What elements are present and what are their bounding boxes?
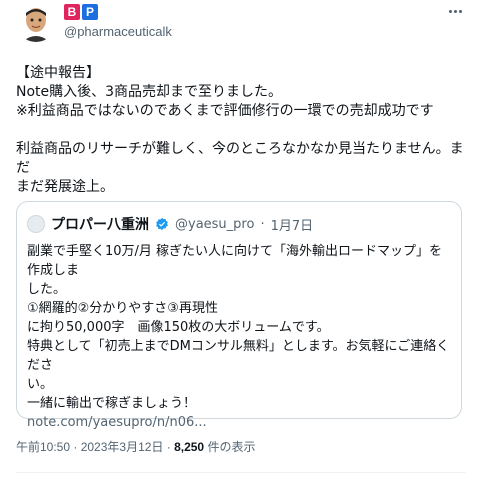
quoted-line: に拘り50,000字 画像150枚の大ボリュームです。 [27,320,330,335]
badge-b: B [64,4,80,20]
quoted-author-name[interactable]: プロパー八重洲 [51,214,149,234]
tweet-footer: 午前10:50 · 2023年3月12日 · 8,250 件の表示 [16,438,255,455]
meta-separator: · [260,216,265,232]
quoted-line: 一緒に輸出で稼ぎましょう！ [27,396,197,411]
tweet-line: まだ発展途上。 [16,179,114,195]
tweet-timestamp[interactable]: 午前10:50 · 2023年3月12日 · [16,440,174,454]
quoted-line: 副業で手堅く10万/月 稼ぎたい人に向けて「海外輸出ロードマップ」を作成しま [27,244,443,278]
badge-p: P [82,4,98,20]
quoted-line: ①網羅的②分かりやすさ③再現性 [27,301,218,316]
more-options-icon[interactable] [444,2,466,20]
author-avatar[interactable] [16,2,56,42]
quoted-tweet[interactable]: プロパー八重洲 @yaesu_pro · 1月7日 副業で手堅く10万/月 稼ぎ… [16,201,462,430]
quoted-link[interactable]: note.com/yaesupro/n/n06... [27,413,455,432]
verified-badge-icon [156,217,168,231]
author-badges[interactable]: B P [64,4,98,20]
view-count: 8,250 [174,440,205,454]
quoted-avatar[interactable] [27,215,45,233]
quoted-line: い。 [27,377,54,392]
quoted-line: した。 [27,282,67,297]
tweet-text: 【途中報告】 Note購入後、3商品売却まで至りました。 ※利益商品ではないので… [16,64,471,197]
tweet-line: 利益商品のリサーチが難しく、今のところなかなか見当たりません。まだ [16,141,464,176]
quoted-tweet-text: 副業で手堅く10万/月 稼ぎたい人に向けて「海外輸出ロードマップ」を作成しま し… [27,242,455,432]
divider [16,472,466,473]
tweet-line: ※利益商品ではないのであくまで評価修行の一環での売却成功です [16,103,434,119]
view-label: 件の表示 [204,440,256,454]
quoted-date[interactable]: 1月7日 [271,215,314,234]
author-handle[interactable]: @pharmaceuticalk [64,24,172,39]
tweet-line: 【途中報告】 [16,65,100,81]
quoted-author-handle[interactable]: @yaesu_pro [175,217,254,232]
avatar-memoji-icon [16,2,56,42]
quoted-tweet-header: プロパー八重洲 @yaesu_pro · 1月7日 [27,214,313,234]
quoted-line: 特典として「初売上までDMコンサル無料」とします。お気軽にご連絡くださ [27,339,450,373]
tweet-line: Note購入後、3商品売却まで至りました。 [16,84,283,100]
